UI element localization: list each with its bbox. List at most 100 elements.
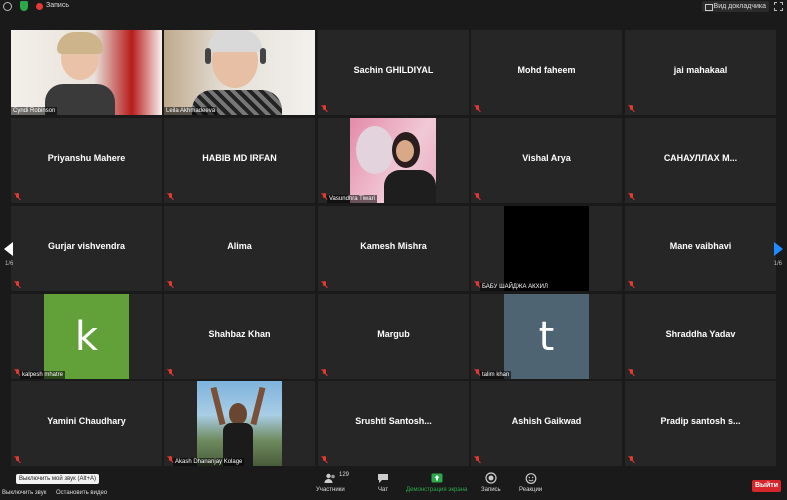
participant-tile[interactable]: k kalpesh mhatre (11, 294, 162, 379)
participant-video (504, 206, 589, 291)
muted-mic-icon (321, 456, 328, 463)
participant-tile[interactable]: jai mahakaal (625, 30, 776, 115)
muted-mic-icon (628, 369, 635, 376)
muted-mic-icon (321, 105, 328, 112)
muted-mic-icon (474, 105, 481, 112)
leave-button[interactable]: Выйти (752, 480, 781, 492)
muted-mic-icon (321, 369, 328, 376)
participant-tile[interactable]: Mane vaibhavi (625, 206, 776, 291)
video-shape (210, 386, 226, 426)
participant-tile[interactable]: Mohd faheem (471, 30, 622, 115)
participant-tile[interactable]: БАБУ ШАЙДЖА АКХИЛ (471, 206, 622, 291)
reactions-button[interactable]: Реакции (519, 472, 542, 493)
share-screen-button[interactable]: Демонстрация экрана (406, 472, 467, 493)
muted-mic-icon (14, 456, 21, 463)
chat-button[interactable]: Чат (377, 472, 389, 493)
speaker-view-button[interactable]: Вид докладчика (701, 1, 769, 12)
participant-video (350, 118, 436, 203)
muted-mic-icon (14, 193, 21, 200)
participant-name-tag: talim khan (480, 371, 512, 379)
participant-tile[interactable]: Yamini Chaudhary (11, 381, 162, 466)
mute-label: Выключить звук (2, 490, 47, 496)
participants-icon (324, 473, 336, 483)
shield-icon[interactable] (20, 1, 28, 11)
participant-name: Shraddha Yadav (665, 329, 736, 339)
participant-name: Vishal Arya (522, 153, 571, 163)
participant-name: Priyanshu Mahere (47, 153, 126, 163)
participant-tile[interactable]: HABIB MD IRFAN (164, 118, 315, 203)
participant-tile[interactable]: Vasundhra Tiwari (318, 118, 469, 203)
page-indicator-right: 1/6 (773, 261, 782, 267)
participant-name: Margub (377, 329, 410, 339)
muted-mic-icon (14, 281, 21, 288)
participants-button[interactable]: 129 Участники (316, 472, 349, 493)
participant-name: Srushti Santosh... (355, 416, 432, 426)
participant-name: Pradip santosh s... (660, 416, 741, 426)
participant-name: Alima (227, 241, 252, 251)
participant-name-tag: Vasundhra Tiwari (327, 195, 377, 203)
participant-tile[interactable]: Sachin GHILDIYAL (318, 30, 469, 115)
chat-icon (378, 474, 388, 483)
participant-name-tag: БАБУ ШАЙДЖА АКХИЛ (480, 283, 550, 291)
participant-name: Mohd faheem (517, 65, 576, 75)
page-indicator-left: 1/6 (5, 261, 14, 267)
participant-name: Shahbaz Khan (208, 329, 271, 339)
muted-mic-icon (628, 105, 635, 112)
muted-mic-icon (628, 456, 635, 463)
share-screen-icon (431, 473, 443, 483)
video-shape (356, 126, 394, 174)
fullscreen-icon[interactable] (774, 2, 783, 11)
participant-tile[interactable]: Priyanshu Mahere (11, 118, 162, 203)
participant-name-tag: kalpesh mhatre (20, 371, 66, 379)
participant-tile[interactable]: Shraddha Yadav (625, 294, 776, 379)
stop-video-button[interactable]: Остановить видео (56, 490, 107, 496)
video-shape (384, 170, 436, 203)
reactions-icon (525, 473, 536, 484)
participant-tile[interactable]: САНАУЛЛАХ М... (625, 118, 776, 203)
participant-tile[interactable]: Akash Dhananjay Kolage (164, 381, 315, 466)
participant-name: Sachin GHILDIYAL (353, 65, 434, 75)
video-shape (250, 386, 266, 426)
info-icon[interactable] (3, 2, 12, 11)
mute-button[interactable]: Выключить звук (2, 490, 46, 496)
muted-mic-icon (167, 281, 174, 288)
muted-mic-icon (628, 193, 635, 200)
participant-name-tag: Leila Akhmadeeva (164, 107, 218, 115)
participant-name-tag: Cyndi Robinson (11, 107, 58, 115)
recording-dot-icon (36, 3, 43, 10)
top-bar: Запись Вид докладчика (0, 0, 787, 14)
muted-mic-icon (167, 369, 174, 376)
participant-tile[interactable]: t talim khan (471, 294, 622, 379)
meeting-toolbar: Выключить звук Остановить видео 129 Учас… (0, 468, 787, 500)
participant-tile[interactable]: Vishal Arya (471, 118, 622, 203)
participant-tile[interactable]: Leila Akhmadeeva (164, 30, 315, 115)
muted-mic-icon (167, 193, 174, 200)
participant-tile[interactable]: Srushti Santosh... (318, 381, 469, 466)
participant-tile[interactable]: Margub (318, 294, 469, 379)
participant-name: Mane vaibhavi (669, 241, 732, 251)
participant-tile[interactable]: Cyndi Robinson (11, 30, 162, 115)
muted-mic-icon (628, 281, 635, 288)
participant-tile[interactable]: Alima (164, 206, 315, 291)
participant-name: Gurjar vishvendra (47, 241, 126, 251)
chat-label: Чат (378, 487, 388, 493)
share-screen-label: Демонстрация экрана (406, 487, 468, 493)
participant-name: Kamesh Mishra (360, 241, 427, 251)
participant-video (164, 30, 315, 115)
zoom-meeting-window: Запись Вид докладчика Cyndi Robinson Leil… (0, 0, 787, 500)
record-icon (485, 472, 497, 484)
participant-tile[interactable]: Shahbaz Khan (164, 294, 315, 379)
participant-tile[interactable]: Pradip santosh s... (625, 381, 776, 466)
video-shape (208, 30, 262, 52)
participant-tile[interactable]: Gurjar vishvendra (11, 206, 162, 291)
participant-name: Ashish Gaikwad (511, 416, 582, 426)
record-button[interactable]: Запись (481, 472, 501, 493)
participant-video (197, 381, 282, 466)
muted-mic-icon (474, 193, 481, 200)
participant-tile[interactable]: Ashish Gaikwad (471, 381, 622, 466)
muted-mic-icon (474, 456, 481, 463)
video-shape (396, 140, 414, 162)
video-label: Остановить видео (56, 490, 108, 496)
video-shape (205, 48, 211, 64)
participant-tile[interactable]: Kamesh Mishra (318, 206, 469, 291)
